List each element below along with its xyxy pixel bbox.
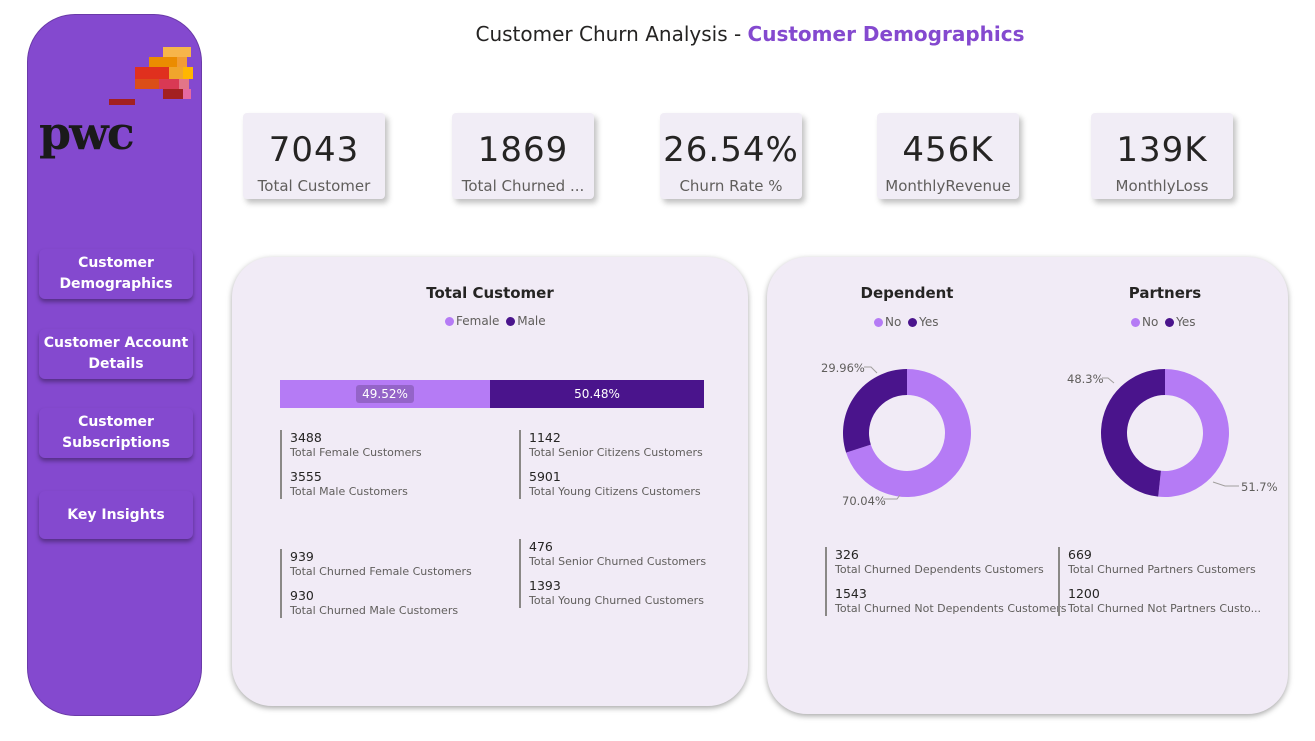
page-title: Customer Churn Analysis - Customer Demog…: [0, 22, 1315, 46]
pwc-logo-mark: [109, 47, 193, 105]
stat-value: 939: [290, 549, 314, 564]
stat-value: 1142: [529, 430, 561, 445]
bar-segment-female[interactable]: 49.52%: [280, 380, 490, 408]
stat-card-gender-totals: 3488 Total Female Customers 3555 Total M…: [280, 430, 422, 500]
kpi-total-customer: 7043 Total Customer: [243, 113, 385, 199]
stat-value: 930: [290, 587, 314, 603]
legend-dot-no: [874, 318, 883, 327]
stat-card-dependents: 326 Total Churned Dependents Customers 1…: [825, 547, 1067, 617]
stat-card-age-totals: 1142 Total Senior Citizens Customers 590…: [519, 430, 703, 500]
bar-label-female: 49.52%: [356, 385, 414, 403]
kpi-value: 1869: [477, 130, 569, 170]
stat-label: Total Young Citizens Customers: [529, 484, 701, 498]
dependent-legend: No Yes: [871, 315, 939, 329]
stat-value: 1200: [1068, 585, 1100, 601]
total-customer-panel: Total Customer Female Male 49.52% 50.48%…: [232, 257, 748, 706]
kpi-value: 456K: [902, 130, 994, 170]
stat-value: 3555: [290, 468, 322, 484]
legend-label-male: Male: [517, 314, 546, 328]
legend-dot-male: [506, 317, 516, 326]
donut-slice-yes[interactable]: [843, 369, 907, 453]
stat-value: 1393: [529, 577, 561, 593]
kpi-monthly-revenue: 456K MonthlyRevenue: [877, 113, 1019, 199]
legend-label-yes: Yes: [1176, 315, 1196, 329]
dependent-no-pct-label: 70.04%: [842, 494, 886, 508]
nav-customer-subscriptions[interactable]: Customer Subscriptions: [39, 408, 193, 458]
kpi-churn-rate: 26.54% Churn Rate %: [660, 113, 802, 199]
kpi-value: 139K: [1116, 130, 1208, 170]
kpi-value: 26.54%: [663, 130, 799, 170]
partners-no-pct-label: 51.7%: [1241, 480, 1278, 494]
dependent-donut-chart[interactable]: [807, 353, 1007, 513]
dependent-title: Dependent: [860, 284, 954, 302]
stat-card-gender-churned: 939 Total Churned Female Customers 930 T…: [280, 549, 472, 619]
pwc-logo: pwc: [39, 45, 199, 175]
partners-yes-pct-label: 48.3%: [1067, 372, 1104, 386]
stat-label: Total Churned Dependents Customers: [835, 563, 1044, 577]
kpi-total-churned: 1869 Total Churned ...: [452, 113, 594, 199]
stat-label: Total Male Customers: [290, 484, 408, 498]
stat-value: 326: [835, 547, 859, 562]
legend-label-no: No: [1142, 315, 1159, 329]
stat-label: Total Churned Not Dependents Customers: [835, 601, 1067, 615]
legend-label-yes: Yes: [919, 315, 939, 329]
legend-dot-no: [1131, 318, 1140, 327]
stat-label: Total Senior Citizens Customers: [529, 446, 703, 460]
partners-legend: No Yes: [1128, 315, 1196, 329]
sidebar: pwc Customer Demographics Customer Accou…: [27, 14, 202, 716]
bar-segment-male[interactable]: 50.48%: [490, 380, 704, 408]
legend-label-female: Female: [456, 314, 500, 328]
stat-card-partners: 669 Total Churned Partners Customers 120…: [1058, 547, 1262, 617]
kpi-label: Total Customer: [257, 177, 371, 195]
chart-legend: Female Male: [442, 314, 546, 328]
donut-slice-no[interactable]: [1158, 369, 1229, 497]
stat-label: Total Churned Partners Customers: [1068, 563, 1256, 577]
page-title-prefix: Customer Churn Analysis -: [475, 22, 748, 46]
stat-card-age-churned: 476 Total Senior Churned Customers 1393 …: [519, 539, 707, 609]
nav-customer-demographics[interactable]: Customer Demographics: [39, 249, 193, 299]
panel-title: Total Customer: [426, 284, 554, 302]
nav-key-insights[interactable]: Key Insights: [39, 491, 193, 539]
stat-value: 5901: [529, 468, 561, 484]
legend-dot-yes: [908, 318, 918, 327]
stat-value: 476: [529, 539, 553, 554]
stat-label: Total Churned Not Partners Custo...: [1068, 601, 1262, 615]
legend-dot-female: [445, 317, 454, 326]
stat-value: 669: [1068, 547, 1092, 562]
kpi-label: MonthlyRevenue: [885, 177, 1011, 195]
legend-label-no: No: [885, 315, 902, 329]
dependent-partners-panel: Dependent No Yes 29.96% 70.04% 326 Total…: [767, 257, 1288, 714]
pwc-logo-text: pwc: [39, 106, 135, 160]
page-title-accent: Customer Demographics: [747, 22, 1025, 46]
donut-slice-yes[interactable]: [1101, 369, 1165, 497]
kpi-label: Total Churned ...: [461, 177, 585, 195]
stat-label: Total Senior Churned Customers: [529, 555, 707, 569]
stat-label: Total Churned Female Customers: [290, 565, 472, 579]
stat-label: Total Churned Male Customers: [290, 603, 459, 617]
nav-customer-account-details[interactable]: Customer Account Details: [39, 329, 193, 379]
dependent-yes-pct-label: 29.96%: [821, 361, 865, 375]
partners-title: Partners: [1128, 284, 1202, 302]
bar-label-male: 50.48%: [574, 387, 620, 401]
stat-label: Total Female Customers: [290, 446, 422, 460]
kpi-value: 7043: [268, 130, 360, 170]
stat-value: 3488: [290, 430, 322, 445]
kpi-monthly-loss: 139K MonthlyLoss: [1091, 113, 1233, 199]
legend-dot-yes: [1165, 318, 1175, 327]
stat-label: Total Young Churned Customers: [529, 593, 704, 607]
kpi-label: Churn Rate %: [679, 177, 783, 195]
stat-value: 1543: [835, 585, 867, 601]
kpi-label: MonthlyLoss: [1115, 177, 1209, 195]
